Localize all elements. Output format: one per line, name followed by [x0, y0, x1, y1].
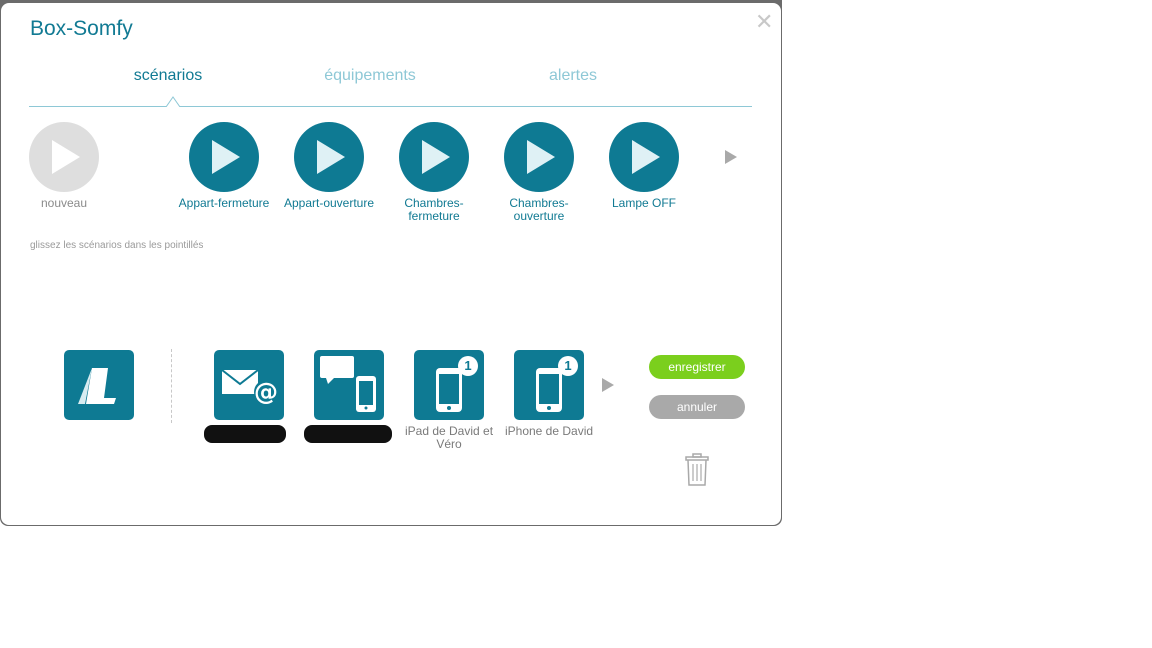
dialog-title: Box-Somfy: [30, 17, 133, 40]
device-label: iPad de David et Véro: [404, 424, 494, 451]
redacted-label: [204, 425, 286, 443]
box-somfy-dialog: Box-Somfy ✕ scénarios équipements alerte…: [1, 3, 781, 525]
play-icon: [294, 122, 364, 192]
tab-underline: [29, 106, 752, 107]
scenario-label: Chambres-fermeture: [404, 196, 464, 223]
email-icon: @: [214, 350, 284, 420]
cancel-button[interactable]: annuler: [649, 395, 745, 419]
play-icon: [29, 122, 99, 192]
active-tab-caret-icon: [166, 96, 180, 107]
play-icon: [399, 122, 469, 192]
scenario-label: Chambres-ouverture: [509, 196, 569, 223]
scenarios-next-arrow-icon[interactable]: [725, 150, 737, 164]
play-icon: [504, 122, 574, 192]
scenario-label: Appart-fermeture: [178, 196, 270, 210]
notification-badge: 1: [558, 356, 578, 376]
alert-device-ipad[interactable]: 1 iPad de David et Véro: [394, 350, 504, 451]
tab-alertes[interactable]: alertes: [503, 67, 643, 85]
scenario-item[interactable]: Chambres-ouverture: [484, 122, 594, 223]
scenario-item[interactable]: Lampe OFF: [589, 122, 699, 210]
play-icon: [189, 122, 259, 192]
alert-device-sms[interactable]: [294, 350, 404, 425]
alert-device-email[interactable]: @: [194, 350, 304, 425]
drag-hint: glissez les scénarios dans les pointillé…: [30, 240, 204, 251]
scenario-new[interactable]: nouveau: [9, 122, 119, 210]
tab-scenarios[interactable]: scénarios: [98, 67, 238, 85]
trash-icon[interactable]: [685, 453, 709, 487]
alerts-next-arrow-icon[interactable]: [602, 378, 614, 392]
save-button[interactable]: enregistrer: [649, 355, 745, 379]
scenario-label: Appart-ouverture: [283, 196, 375, 210]
svg-text:@: @: [254, 378, 278, 406]
mobile-app-icon: 1: [414, 350, 484, 420]
device-label: iPhone de David: [504, 424, 594, 438]
close-icon[interactable]: ✕: [755, 11, 773, 33]
scenario-item[interactable]: Appart-ouverture: [274, 122, 384, 210]
scenario-label: nouveau: [40, 196, 88, 210]
tab-equipements[interactable]: équipements: [300, 67, 440, 85]
scenario-label: Lampe OFF: [611, 196, 677, 210]
redacted-label: [304, 425, 392, 443]
drop-zone-divider: [171, 349, 172, 423]
play-icon: [609, 122, 679, 192]
notification-badge: 1: [458, 356, 478, 376]
scenario-item[interactable]: Chambres-fermeture: [379, 122, 489, 223]
mobile-app-icon: 1: [514, 350, 584, 420]
somfy-logo-icon: [64, 350, 134, 420]
alert-device-iphone[interactable]: 1 iPhone de David: [494, 350, 604, 438]
sms-phone-icon: [314, 350, 384, 420]
scenario-item[interactable]: Appart-fermeture: [169, 122, 279, 210]
